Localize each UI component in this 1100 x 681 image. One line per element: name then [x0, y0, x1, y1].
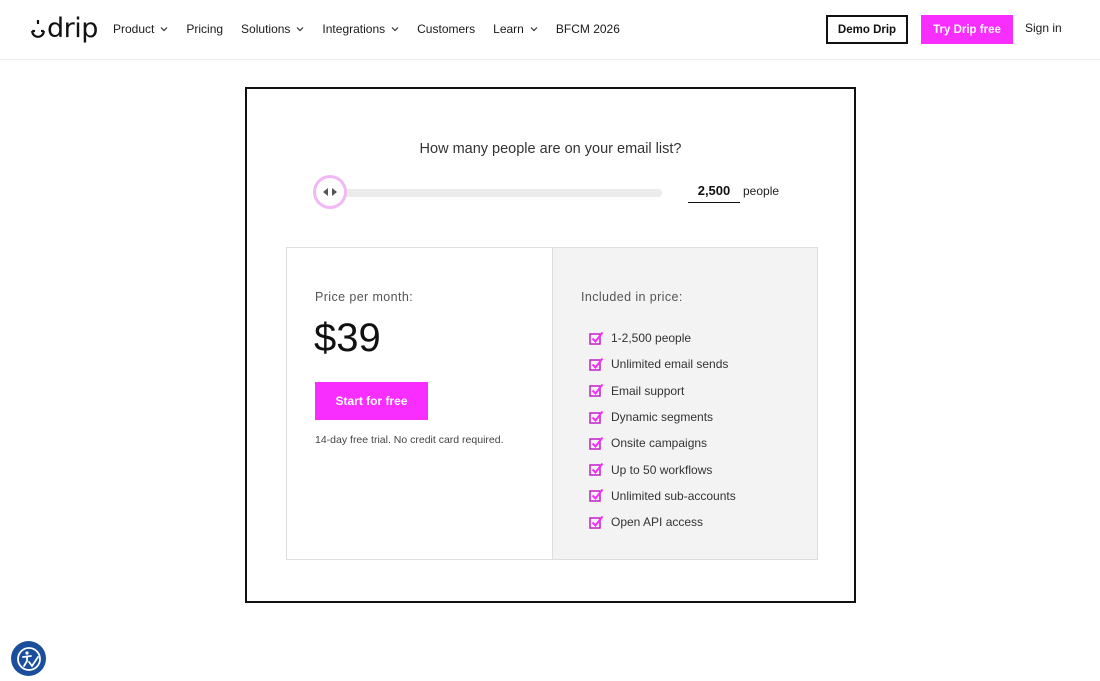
- checkbox-checked-icon: [589, 331, 604, 345]
- monthly-price: $39: [314, 316, 381, 360]
- drip-logo[interactable]: drip: [30, 14, 98, 44]
- people-unit-label: people: [743, 184, 780, 198]
- slider-arrows-icon: [323, 188, 337, 196]
- feature-label: Onsite campaigns: [611, 436, 708, 451]
- chevron-down-icon: [296, 27, 304, 32]
- checkbox-checked-icon: [589, 436, 604, 450]
- feature-label: Unlimited sub-accounts: [611, 488, 736, 503]
- checkbox-checked-icon: [589, 515, 604, 529]
- start-for-free-button[interactable]: Start for free: [315, 382, 428, 420]
- feature-item: Onsite campaigns: [589, 430, 736, 456]
- feature-label: Open API access: [611, 515, 704, 530]
- nav-item-customers[interactable]: Customers: [417, 20, 475, 38]
- nav-item-label: Learn: [493, 22, 524, 36]
- checkbox-checked-icon: [589, 357, 604, 371]
- feature-label: 1-2,500 people: [611, 331, 692, 346]
- feature-list: 1-2,500 people Unlimited email sends Ema…: [589, 325, 736, 535]
- chevron-down-icon: [391, 27, 399, 32]
- main-nav: Product Pricing Solutions Integrations C…: [113, 20, 638, 38]
- people-count-input[interactable]: [688, 179, 740, 203]
- nav-item-product[interactable]: Product: [113, 20, 168, 38]
- list-size-question: How many people are on your email list?: [419, 141, 682, 157]
- price-per-month-label: Price per month:: [315, 290, 414, 304]
- feature-label: Unlimited email sends: [611, 357, 729, 372]
- trial-note: 14-day free trial. No credit card requir…: [315, 434, 504, 446]
- nav-item-label: Solutions: [241, 22, 291, 36]
- included-features-column: Included in price: 1-2,500 people Unlimi…: [553, 248, 817, 559]
- nav-item-label: BFCM 2026: [555, 22, 620, 36]
- feature-label: Dynamic segments: [611, 410, 714, 425]
- plan-panel: Price per month: $39 Start for free 14-d…: [286, 247, 818, 560]
- nav-item-label: Customers: [417, 22, 476, 36]
- feature-item: Unlimited email sends: [589, 351, 736, 377]
- included-in-price-label: Included in price:: [581, 290, 683, 304]
- list-size-slider-handle[interactable]: [316, 178, 344, 206]
- nav-item-pricing[interactable]: Pricing: [186, 20, 223, 38]
- chevron-down-icon: [530, 27, 538, 32]
- try-drip-free-button[interactable]: Try Drip free: [921, 15, 1013, 44]
- drip-logo-icon: [31, 20, 45, 38]
- chevron-down-icon: [160, 27, 168, 32]
- accessibility-button[interactable]: [11, 641, 46, 676]
- checkbox-checked-icon: [589, 463, 604, 476]
- logo-text: drip: [47, 13, 98, 44]
- list-size-slider-track[interactable]: [316, 189, 662, 197]
- nav-item-label: Product: [113, 22, 155, 36]
- feature-item: Open API access: [589, 509, 736, 535]
- sign-in-link[interactable]: Sign in: [1025, 21, 1062, 35]
- nav-item-solutions[interactable]: Solutions: [241, 20, 304, 38]
- pricing-calculator: How many people are on your email list? …: [245, 87, 856, 603]
- price-column: Price per month: $39 Start for free 14-d…: [287, 248, 553, 559]
- accessibility-icon: [16, 646, 41, 671]
- feature-item: Unlimited sub-accounts: [589, 483, 736, 509]
- feature-label: Email support: [611, 383, 685, 398]
- feature-item: 1-2,500 people: [589, 325, 736, 351]
- checkbox-checked-icon: [589, 489, 604, 503]
- nav-item-integrations[interactable]: Integrations: [322, 20, 399, 38]
- feature-label: Up to 50 workflows: [611, 462, 713, 477]
- feature-item: Email support: [589, 378, 736, 404]
- nav-item-bfcm[interactable]: BFCM 2026: [556, 20, 620, 38]
- feature-item: Dynamic segments: [589, 404, 736, 430]
- nav-item-label: Integrations: [322, 22, 386, 36]
- checkbox-checked-icon: [589, 410, 604, 424]
- demo-drip-button[interactable]: Demo Drip: [826, 15, 908, 44]
- nav-item-label: Pricing: [186, 22, 224, 36]
- nav-item-learn[interactable]: Learn: [493, 20, 538, 38]
- site-header: drip Product Pricing Solutions Integrati…: [0, 0, 1100, 60]
- feature-item: Up to 50 workflows: [589, 456, 736, 482]
- checkbox-checked-icon: [589, 384, 604, 397]
